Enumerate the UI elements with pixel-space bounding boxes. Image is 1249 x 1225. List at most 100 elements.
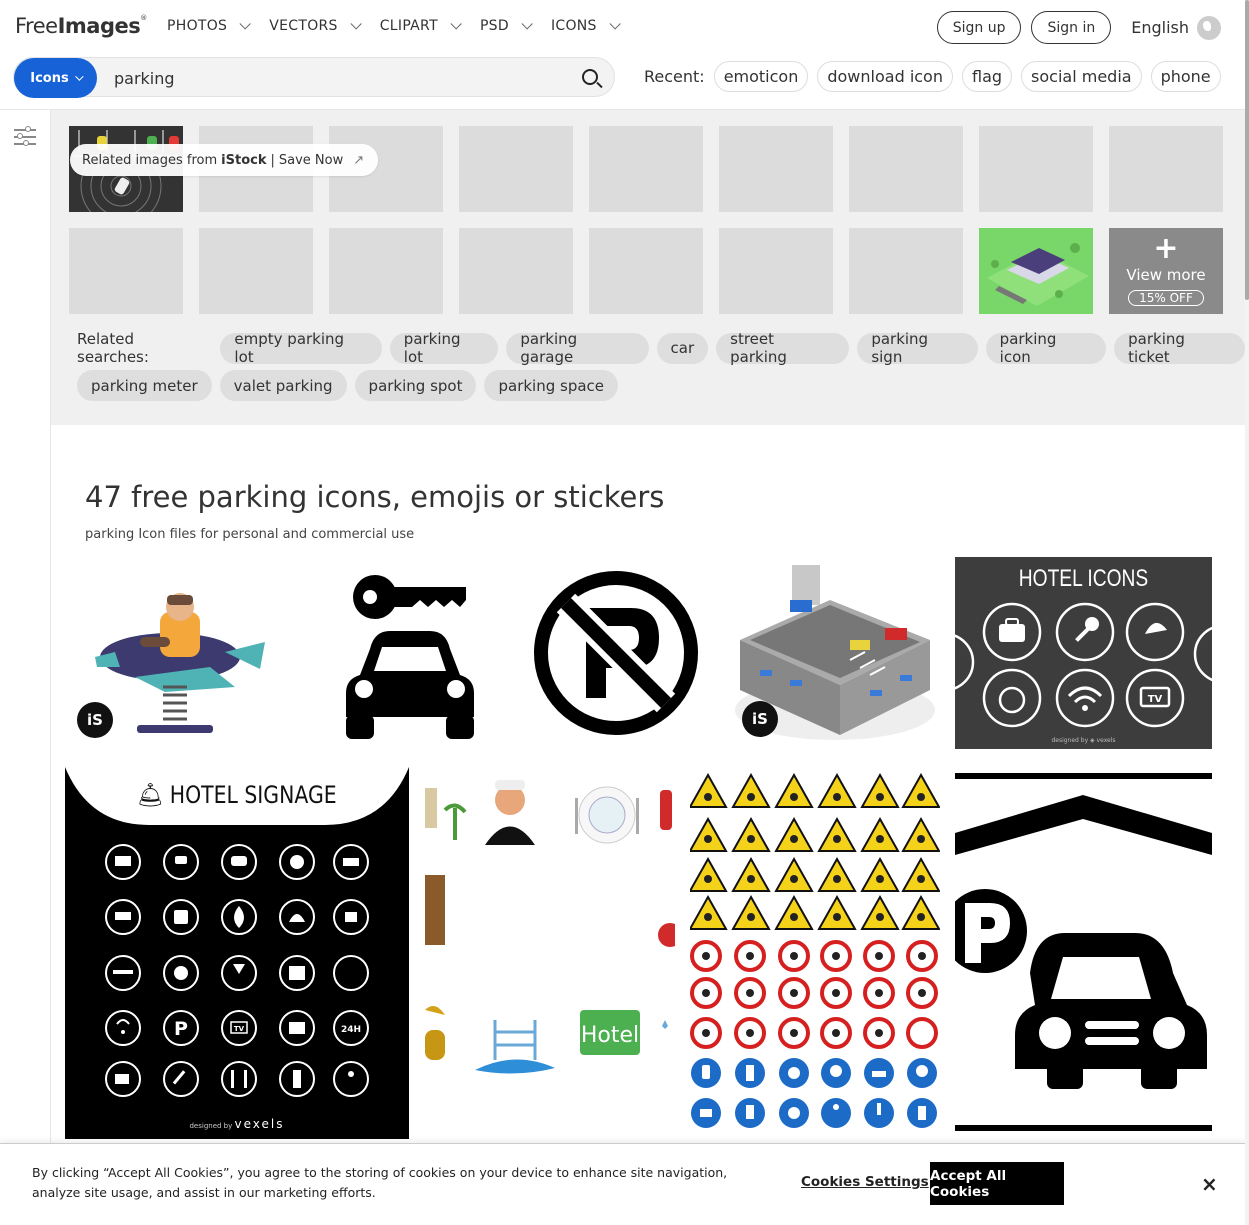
hotel-signage-title: HOTEL SIGNAGE: [169, 781, 337, 809]
accept-all-cookies-button[interactable]: Accept All Cookies: [930, 1162, 1064, 1205]
result-card-hotel-signage[interactable]: 🛎 HOTEL SIGNAGE P TV 24H designed by vex…: [65, 767, 409, 1139]
filter-sliders-icon[interactable]: [14, 126, 36, 148]
site-logo[interactable]: FreeImages®: [15, 14, 147, 38]
chevron-down-icon: [239, 18, 252, 30]
istock-badge: iS: [77, 702, 113, 738]
discount-badge: 15% OFF: [1128, 290, 1204, 306]
view-more-label: View more: [1126, 266, 1206, 284]
result-card-parking-garage[interactable]: iS: [730, 560, 940, 750]
main-nav: PHOTOS VECTORS CLIPART PSD ICONS: [167, 18, 639, 34]
istock-image-placeholder[interactable]: [69, 228, 183, 314]
hotel-signage-title-wrap: 🛎 HOTEL SIGNAGE: [91, 781, 383, 809]
twentyfour-hour-label: 24H: [341, 1025, 361, 1035]
nav-vectors[interactable]: VECTORS: [269, 18, 362, 34]
result-card-no-parking-icon[interactable]: [531, 568, 701, 738]
parking-garage-icon: [955, 773, 1212, 1131]
istock-image-placeholder[interactable]: [979, 126, 1093, 212]
related-chip[interactable]: parking garage: [506, 330, 649, 366]
recent-label: Recent:: [644, 67, 705, 86]
related-searches-row: Related searches: empty parking lot park…: [77, 330, 1246, 366]
search-icon[interactable]: [582, 69, 598, 85]
search-type-dropdown[interactable]: Icons: [14, 58, 97, 98]
istock-image-placeholder[interactable]: [1109, 126, 1223, 212]
istock-image-placeholder[interactable]: [849, 228, 963, 314]
istock-brand: iStock: [221, 152, 267, 168]
hotel-signage-credit: designed by vexels: [189, 1117, 285, 1131]
recent-chip[interactable]: download icon: [817, 61, 953, 92]
related-searches-label: Related searches:: [77, 330, 149, 366]
istock-image-placeholder[interactable]: [329, 228, 443, 314]
site-header: FreeImages® PHOTOS VECTORS CLIPART PSD I…: [0, 0, 1245, 110]
signup-button[interactable]: Sign up: [936, 11, 1022, 44]
result-card-car-key-icon[interactable]: [340, 567, 480, 742]
recent-chip[interactable]: flag: [961, 61, 1013, 92]
nav-photos[interactable]: PHOTOS: [167, 18, 252, 34]
istock-divider: |: [270, 152, 275, 168]
related-chip[interactable]: parking spot: [354, 370, 477, 401]
istock-badge: iS: [742, 701, 778, 737]
search-input[interactable]: [114, 58, 564, 98]
related-chip[interactable]: parking meter: [77, 370, 212, 401]
close-icon[interactable]: ×: [1201, 1172, 1218, 1196]
istock-image-placeholder[interactable]: [199, 228, 313, 314]
related-chip[interactable]: parking ticket: [1114, 330, 1246, 366]
hotel-sign-text: Hotel: [581, 1023, 639, 1048]
nav-psd[interactable]: PSD: [480, 18, 533, 34]
bell-icon: 🛎: [137, 781, 164, 809]
signin-button[interactable]: Sign in: [1031, 11, 1112, 44]
istock-image-placeholder[interactable]: [719, 228, 833, 314]
istock-image-placeholder[interactable]: [589, 228, 703, 314]
istock-image-placeholder[interactable]: [459, 228, 573, 314]
chevron-down-icon: [521, 18, 533, 30]
recent-chip[interactable]: social media: [1021, 61, 1142, 92]
cookie-banner: By clicking “Accept All Cookies”, you ag…: [0, 1143, 1245, 1225]
recent-searches: Recent: emoticon download icon flag soci…: [644, 61, 1221, 92]
related-chip[interactable]: parking sign: [857, 330, 978, 366]
chevron-down-icon: [450, 18, 462, 30]
hotel-signage-icon-grid: P TV 24H: [105, 844, 369, 1097]
chevron-down-icon: [74, 72, 84, 81]
language-selector[interactable]: English: [1131, 15, 1221, 40]
istock-image-isometric-hotel[interactable]: [979, 228, 1093, 314]
istock-image-placeholder[interactable]: [719, 126, 833, 212]
auth-area: Sign up Sign in English: [936, 11, 1221, 44]
istock-related-banner[interactable]: Related images from iStock | Save Now ↗: [70, 144, 379, 176]
related-searches-row: parking meter valet parking parking spot…: [77, 370, 619, 401]
result-card-pilot-rocker[interactable]: iS: [75, 557, 275, 747]
search-bar: Icons: [13, 57, 615, 98]
related-images-panel: Related images from iStock | Save Now ↗ …: [51, 110, 1246, 425]
istock-cta: Save Now: [278, 152, 344, 168]
result-card-parking-garage-icon[interactable]: [955, 773, 1212, 1133]
hotel-icons-title: HOTEL ICONS: [1018, 565, 1149, 592]
related-chip[interactable]: car: [656, 332, 709, 364]
related-chip[interactable]: street parking: [716, 330, 850, 366]
related-chip[interactable]: valet parking: [219, 370, 347, 401]
recent-chip[interactable]: emoticon: [713, 61, 809, 92]
related-chip[interactable]: parking space: [484, 370, 619, 401]
istock-image-placeholder[interactable]: [589, 126, 703, 212]
istock-prefix: Related images from: [82, 152, 218, 168]
filter-sidebar: [0, 110, 51, 1225]
tv-label: TV: [1148, 694, 1163, 705]
result-card-safety-signs[interactable]: [690, 773, 940, 1130]
nav-icons[interactable]: ICONS: [551, 18, 621, 34]
chevron-down-icon: [350, 18, 362, 30]
result-card-hotel-service-icons[interactable]: Hotel: [425, 770, 675, 1140]
chevron-down-icon: [609, 18, 621, 30]
page-scrollbar[interactable]: [1245, 0, 1249, 1225]
related-chip[interactable]: parking icon: [985, 330, 1107, 366]
nav-clipart[interactable]: CLIPART: [380, 18, 462, 34]
hotel-icons-credit: designed by ◈ vexels: [1051, 737, 1116, 744]
related-chip[interactable]: parking lot: [389, 330, 499, 366]
results-subtitle: parking Icon files for personal and comm…: [85, 527, 415, 542]
result-card-hotel-icons[interactable]: HOTEL ICONS TV designed by ◈ vexels: [955, 557, 1212, 749]
istock-image-placeholder[interactable]: [849, 126, 963, 212]
scrollbar-thumb[interactable]: [1245, 0, 1249, 300]
related-chip[interactable]: empty parking lot: [220, 330, 382, 366]
recent-chip[interactable]: phone: [1150, 61, 1221, 92]
istock-image-placeholder[interactable]: [459, 126, 573, 212]
safety-signs-grid: [690, 773, 940, 1128]
cookie-settings-button[interactable]: Cookies Settings: [801, 1174, 929, 1190]
view-more-button[interactable]: + View more 15% OFF: [1109, 228, 1223, 314]
no-parking-icon: [534, 571, 698, 735]
